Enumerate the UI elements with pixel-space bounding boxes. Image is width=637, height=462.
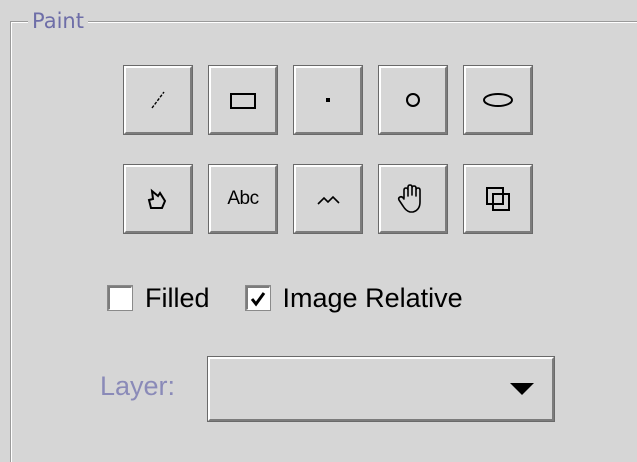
polyline-icon (317, 195, 340, 205)
image-relative-checkbox[interactable]: Image Relative (244, 282, 463, 314)
filled-checkbox[interactable]: Filled (107, 282, 210, 314)
filled-label: Filled (145, 282, 210, 313)
rectangle-icon (230, 93, 256, 109)
point-tool-button[interactable] (293, 65, 363, 135)
image-relative-checkbox-box[interactable] (244, 285, 271, 311)
ellipse-icon (483, 93, 513, 107)
ellipse-tool-button[interactable] (463, 65, 533, 135)
polygon-tool-button[interactable] (123, 164, 193, 234)
polyline-tool-button[interactable] (293, 164, 363, 234)
circle-tool-button[interactable] (378, 65, 448, 135)
dropdown-arrow-icon[interactable] (510, 383, 534, 397)
line-tool-button[interactable] (123, 65, 193, 135)
pan-tool-button[interactable] (378, 164, 448, 234)
layer-dropdown[interactable] (207, 356, 555, 422)
polygon-icon (147, 188, 167, 209)
image-relative-label: Image Relative (282, 282, 463, 313)
checkmark-icon (250, 291, 266, 306)
point-icon (326, 98, 330, 102)
text-tool-button[interactable]: Abc (208, 164, 278, 234)
overlap-squares-icon (486, 187, 510, 211)
line-icon (151, 91, 165, 109)
circle-icon (406, 93, 420, 107)
layer-label: Layer: (100, 371, 176, 401)
paint-panel: Paint Abc Filled Image Relative Layer: (0, 0, 637, 462)
rectangle-tool-button[interactable] (208, 65, 278, 135)
paint-group-title: Paint (28, 8, 88, 34)
text-icon: Abc (227, 188, 259, 209)
filled-checkbox-box[interactable] (107, 285, 133, 311)
options-row: Filled Image Relative (107, 276, 463, 320)
hand-icon (397, 184, 421, 213)
layers-tool-button[interactable] (463, 164, 533, 234)
